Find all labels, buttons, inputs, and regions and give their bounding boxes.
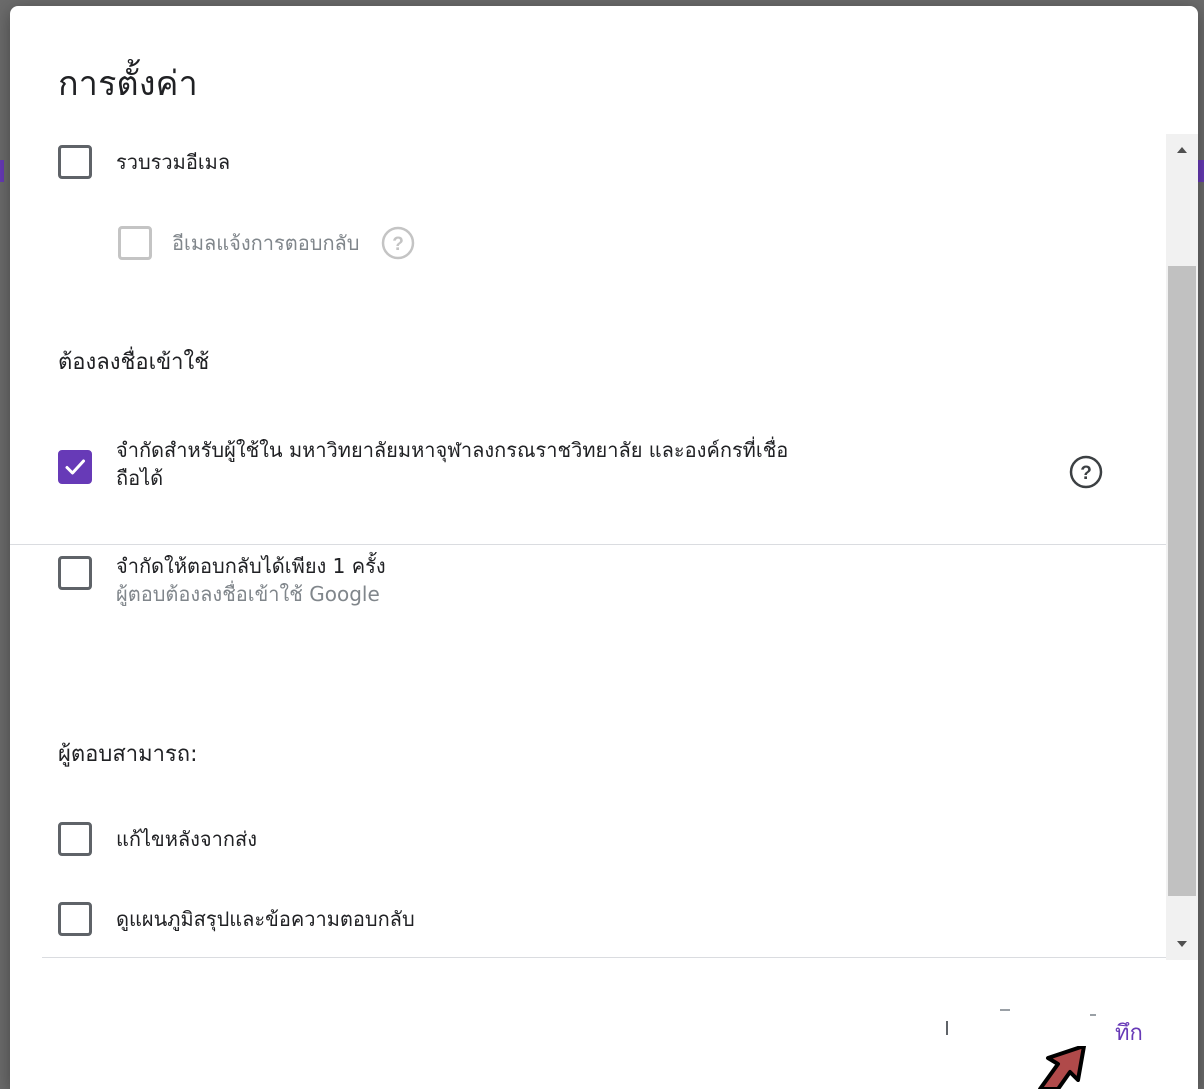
background-accent-left: [0, 160, 4, 182]
footer-divider: [42, 957, 1166, 958]
dialog-title: การตั้งค่า: [58, 64, 198, 104]
requires-sign-in-heading: ต้องลงชื่อเข้าใช้: [58, 350, 210, 375]
limit-one-response-row[interactable]: จำกัดให้ตอบกลับได้เพียง 1 ครั้ง ผู้ตอบต้…: [58, 552, 386, 608]
edit-after-submit-checkbox[interactable]: [58, 822, 92, 856]
scrollbar[interactable]: [1166, 134, 1198, 960]
svg-text:?: ?: [1080, 463, 1092, 484]
edit-after-submit-label: แก้ไขหลังจากส่ง: [116, 827, 257, 851]
footer-partial-glyph: [946, 1021, 948, 1035]
response-receipts-checkbox: [118, 226, 152, 260]
edit-after-submit-row[interactable]: แก้ไขหลังจากส่ง: [58, 822, 257, 856]
section-divider: [10, 544, 1166, 545]
collect-emails-checkbox[interactable]: [58, 145, 92, 179]
collect-emails-label: รวบรวมอีเมล: [116, 150, 231, 174]
response-receipts-row: อีเมลแจ้งการตอบกลับ ?: [118, 225, 416, 261]
see-summary-label: ดูแผนภูมิสรุปและข้อความตอบกลับ: [116, 907, 415, 931]
help-circle-icon[interactable]: ?: [380, 225, 416, 261]
response-receipts-label: อีเมลแจ้งการตอบกลับ: [172, 231, 360, 255]
limit-one-response-label: จำกัดให้ตอบกลับได้เพียง 1 ครั้ง: [116, 554, 386, 578]
save-button[interactable]: ทึก: [1107, 1009, 1151, 1056]
restrict-users-label: จำกัดสำหรับผู้ใช้ใน มหาวิทยาลัยมหาจุฬาลง…: [116, 436, 1046, 492]
arrow-down-icon[interactable]: [1166, 928, 1198, 960]
arrow-up-icon[interactable]: [1166, 134, 1198, 166]
see-summary-row[interactable]: ดูแผนภูมิสรุปและข้อความตอบกลับ: [58, 902, 415, 936]
restrict-users-checkbox[interactable]: [58, 450, 92, 484]
check-icon: [65, 459, 85, 475]
respondents-can-heading: ผู้ตอบสามารถ:: [58, 742, 198, 767]
scrollbar-thumb[interactable]: [1168, 266, 1196, 896]
restrict-users-label-line1: จำกัดสำหรับผู้ใช้ใน มหาวิทยาลัยมหาจุฬาลง…: [116, 438, 789, 462]
settings-dialog: การตั้งค่า รวบรวมอีเมล อีเมลแจ้งการตอบกล…: [10, 6, 1198, 1089]
limit-one-response-checkbox[interactable]: [58, 556, 92, 590]
help-circle-icon[interactable]: ?: [1068, 454, 1104, 490]
svg-text:?: ?: [392, 234, 404, 255]
restrict-users-row[interactable]: จำกัดสำหรับผู้ใช้ใน มหาวิทยาลัยมหาจุฬาลง…: [58, 436, 1046, 492]
limit-one-response-sublabel: ผู้ตอบต้องลงชื่อเข้าใช้ Google: [116, 582, 380, 606]
footer-partial-glyph: [1090, 1014, 1096, 1016]
cursor-arrow-icon: [1038, 1046, 1086, 1089]
restrict-users-label-line2: ถือได้: [116, 466, 164, 490]
settings-scroll-area[interactable]: รวบรวมอีเมล อีเมลแจ้งการตอบกลับ ? ต้องลง…: [10, 134, 1198, 960]
see-summary-checkbox[interactable]: [58, 902, 92, 936]
limit-one-response-text: จำกัดให้ตอบกลับได้เพียง 1 ครั้ง ผู้ตอบต้…: [116, 552, 386, 608]
footer-partial-glyph: [1000, 1009, 1010, 1011]
collect-emails-row[interactable]: รวบรวมอีเมล: [58, 145, 230, 179]
